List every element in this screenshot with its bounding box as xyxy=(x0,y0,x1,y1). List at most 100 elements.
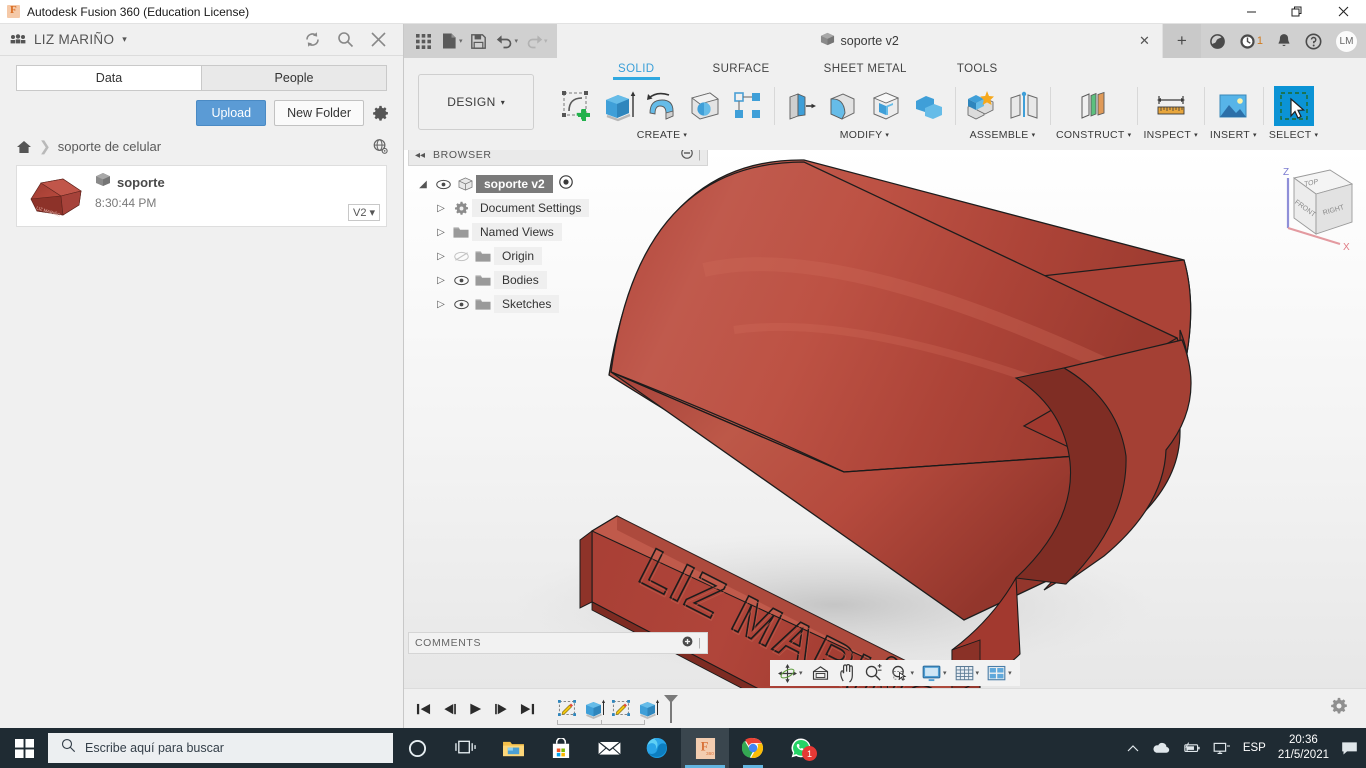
tool-group-assemble-label[interactable]: ASSEMBLE ▾ xyxy=(970,129,1036,141)
fusion-360-icon[interactable]: F 360 xyxy=(681,728,729,768)
tree-node-document-settings[interactable]: ▷ Document Settings xyxy=(408,196,708,220)
chevron-down-icon[interactable]: ▾ xyxy=(515,37,519,45)
pattern-icon[interactable] xyxy=(728,86,768,126)
timeline-sketch-feature[interactable] xyxy=(553,696,580,722)
expand-arrow-icon[interactable]: ▷ xyxy=(432,227,450,238)
extrude-icon[interactable] xyxy=(599,86,639,126)
upload-button[interactable]: Upload xyxy=(196,100,267,126)
close-panel-icon[interactable] xyxy=(370,31,387,48)
chevron-down-icon[interactable]: ▾ xyxy=(122,34,127,45)
document-tab-soporte-v2[interactable]: soporte v2 ✕ xyxy=(556,24,1163,58)
search-input[interactable]: Escribe aquí para buscar xyxy=(48,733,393,763)
save-icon[interactable] xyxy=(466,28,492,54)
maximize-button[interactable] xyxy=(1274,0,1320,24)
task-view-icon[interactable] xyxy=(441,728,489,768)
orbit-button[interactable]: ▾ xyxy=(775,663,806,683)
step-forward-icon[interactable] xyxy=(494,702,509,716)
visibility-eye-icon[interactable] xyxy=(450,275,472,286)
resize-handle[interactable]: | xyxy=(698,637,701,649)
go-to-beginning-icon[interactable] xyxy=(416,702,431,716)
chevron-down-icon[interactable]: ▾ xyxy=(1008,669,1012,677)
shell-icon[interactable] xyxy=(866,86,906,126)
press-pull-icon[interactable] xyxy=(780,86,820,126)
visibility-eye-icon[interactable] xyxy=(450,299,472,310)
tool-group-construct-label[interactable]: CONSTRUCT ▾ xyxy=(1056,129,1131,141)
minimize-icon[interactable] xyxy=(681,150,693,164)
minimize-button[interactable] xyxy=(1228,0,1274,24)
viewports-button[interactable]: ▾ xyxy=(984,665,1015,682)
tab-people[interactable]: People xyxy=(201,65,387,91)
action-center-icon[interactable] xyxy=(1341,741,1358,756)
chevron-up-icon[interactable] xyxy=(1127,744,1139,753)
tab-sheet-metal[interactable]: SHEET METAL xyxy=(806,63,925,75)
play-icon[interactable] xyxy=(468,702,483,716)
insert-image-icon[interactable] xyxy=(1213,86,1253,126)
look-at-button[interactable] xyxy=(808,664,833,682)
tool-group-select-label[interactable]: SELECT ▾ xyxy=(1269,129,1318,141)
expand-arrow-icon[interactable]: ◢ xyxy=(414,179,432,190)
3d-viewport[interactable]: LIZ MARIÑO LIZ MARIÑO ◂◂ BROWSER | ◢ sop… xyxy=(404,150,1366,688)
network-icon[interactable] xyxy=(1213,742,1231,755)
visibility-eye-icon[interactable] xyxy=(432,179,454,190)
onedrive-icon[interactable] xyxy=(1151,742,1170,754)
chevron-down-icon[interactable]: ▾ xyxy=(943,669,947,677)
tab-tools[interactable]: TOOLS xyxy=(939,63,1016,75)
google-chrome-icon[interactable] xyxy=(729,728,777,768)
tool-group-inspect-label[interactable]: INSPECT ▾ xyxy=(1143,129,1197,141)
new-folder-button[interactable]: New Folder xyxy=(274,100,364,126)
new-component-icon[interactable] xyxy=(961,86,1001,126)
search-icon[interactable] xyxy=(337,31,354,48)
file-card-soporte[interactable]: LIZ MARIÑO soporte 8:30:44 PM V2 ▾ xyxy=(16,165,387,227)
version-dropdown[interactable]: V2 ▾ xyxy=(348,204,380,221)
new-tab-button[interactable]: + xyxy=(1162,24,1201,58)
tool-group-create-label[interactable]: CREATE ▾ xyxy=(637,129,687,141)
tree-node-named-views[interactable]: ▷ Named Views xyxy=(408,220,708,244)
grid-settings-button[interactable]: ▾ xyxy=(952,665,983,682)
whatsapp-icon[interactable]: 1 xyxy=(777,728,825,768)
measure-icon[interactable] xyxy=(1151,86,1191,126)
tree-node-bodies[interactable]: ▷ Bodies xyxy=(408,268,708,292)
tool-group-modify-label[interactable]: MODIFY ▾ xyxy=(840,129,889,141)
offset-plane-icon[interactable] xyxy=(1074,86,1114,126)
mail-icon[interactable] xyxy=(585,728,633,768)
view-cube[interactable]: TOP FRONT RIGHT Z X xyxy=(1264,156,1360,256)
joint-icon[interactable] xyxy=(1004,86,1044,126)
display-settings-button[interactable]: ▾ xyxy=(919,665,950,682)
timeline-marker-icon[interactable] xyxy=(661,694,681,723)
expand-arrow-icon[interactable]: ▷ xyxy=(432,299,450,310)
collapse-icon[interactable]: ◂◂ xyxy=(415,150,425,161)
hub-name[interactable]: LIZ MARIÑO xyxy=(34,32,114,47)
gear-icon[interactable] xyxy=(1330,697,1348,720)
battery-icon[interactable] xyxy=(1182,742,1201,754)
microsoft-store-icon[interactable] xyxy=(537,728,585,768)
chevron-down-icon[interactable]: ▾ xyxy=(544,37,548,45)
zoom-window-button[interactable]: ▾ xyxy=(887,664,918,682)
add-comment-icon[interactable] xyxy=(682,634,693,652)
close-button[interactable] xyxy=(1320,0,1366,24)
job-status-icon[interactable]: 1 xyxy=(1239,33,1263,50)
revolve-icon[interactable] xyxy=(642,86,682,126)
workspace-switcher[interactable]: DESIGN ▾ xyxy=(418,74,534,130)
expand-arrow-icon[interactable]: ▷ xyxy=(432,203,450,214)
combine-icon[interactable] xyxy=(909,86,949,126)
go-to-end-icon[interactable] xyxy=(520,702,535,716)
sweep-icon[interactable] xyxy=(685,86,725,126)
activate-component-icon[interactable] xyxy=(558,174,573,194)
zoom-button[interactable] xyxy=(861,664,885,682)
step-back-icon[interactable] xyxy=(442,702,457,716)
comments-bar[interactable]: COMMENTS | xyxy=(408,632,708,654)
visibility-off-icon[interactable] xyxy=(450,251,472,262)
chevron-down-icon[interactable]: ▾ xyxy=(459,37,463,45)
tree-node-origin[interactable]: ▷ Origin xyxy=(408,244,708,268)
tab-data[interactable]: Data xyxy=(16,65,201,91)
pan-button[interactable] xyxy=(835,663,859,683)
tree-node-sketches[interactable]: ▷ Sketches xyxy=(408,292,708,316)
tab-surface[interactable]: SURFACE xyxy=(695,63,788,75)
timeline-extrude-feature[interactable] xyxy=(634,696,661,722)
tab-solid[interactable]: SOLID xyxy=(600,63,673,80)
timeline-extrude-feature[interactable] xyxy=(580,696,607,722)
refresh-icon[interactable] xyxy=(304,31,321,48)
breadcrumb-folder[interactable]: soporte de celular xyxy=(58,139,161,154)
create-sketch-icon[interactable] xyxy=(556,86,596,126)
help-icon[interactable] xyxy=(1305,33,1322,50)
